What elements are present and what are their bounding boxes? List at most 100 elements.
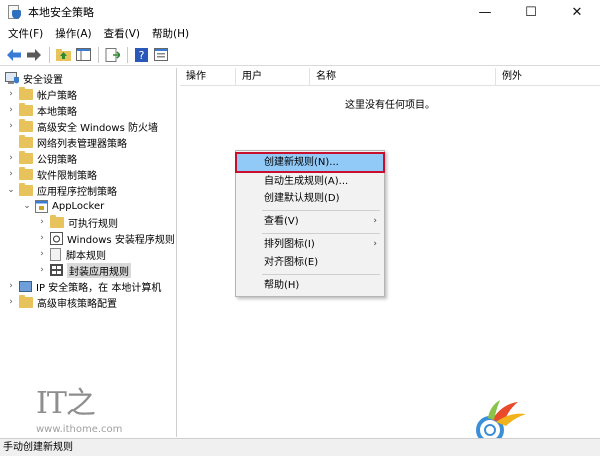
forward-button[interactable] (25, 46, 43, 64)
show-hide-tree-button[interactable] (74, 46, 92, 64)
svg-text:?: ? (138, 49, 144, 62)
menu-separator (262, 274, 380, 275)
tree-item-network-list[interactable]: 网络列表管理器策略 (6, 134, 127, 150)
tree-item-software-restriction[interactable]: › 软件限制策略 (6, 166, 97, 182)
properties-button[interactable] (152, 46, 170, 64)
back-button[interactable] (5, 46, 23, 64)
script-icon (50, 247, 61, 261)
tree-label: 高级审核策略配置 (37, 298, 117, 310)
status-bar: 手动创建新规则 (0, 438, 600, 456)
submenu-arrow-icon: › (373, 216, 377, 226)
network-icon (19, 280, 32, 292)
security-policy-app-icon (7, 5, 21, 19)
tree-item-firewall[interactable]: › 高级安全 Windows 防火墙 (6, 118, 158, 134)
tree-item-executable-rules[interactable]: › 可执行规则 (37, 214, 118, 230)
folder-icon (19, 134, 33, 148)
watermark-url: www.ithome.com (36, 424, 123, 435)
chevron-right-icon[interactable]: › (6, 278, 16, 294)
menu-help[interactable]: 帮助(H) (146, 24, 195, 44)
tree-item-packaged-app-rules[interactable]: › 封装应用规则 (37, 262, 131, 278)
forward-arrow-icon (27, 48, 41, 61)
menu-item-line-up-icons[interactable]: 对齐图标(E) (237, 254, 383, 271)
menu-item-auto-generate-rules[interactable]: 自动生成规则(A)... (237, 173, 383, 190)
folder-icon (19, 150, 33, 164)
tree-label: 软件限制策略 (37, 170, 97, 182)
tree-item-script-rules[interactable]: › 脚本规则 (37, 246, 106, 262)
tree-label: 安全设置 (23, 74, 63, 86)
menu-item-label: 自动生成规则(A)... (264, 176, 349, 187)
tree-item-installer-rules[interactable]: › Windows 安装程序规则 (37, 230, 175, 246)
tree-label: 帐户策略 (37, 90, 77, 102)
tree-label: 本地策略 (37, 106, 77, 118)
column-user[interactable]: 用户 (236, 68, 310, 86)
column-header: 操作 用户 名称 例外 (180, 68, 600, 86)
watermark-logo: IT之 (36, 386, 96, 421)
tree-item-account-policies[interactable]: › 帐户策略 (6, 86, 77, 102)
tree-root[interactable]: 安全设置 (5, 70, 63, 86)
menu-view[interactable]: 查看(V) (98, 24, 146, 44)
applocker-icon (35, 199, 48, 213)
installer-icon (50, 231, 63, 245)
menu-item-label: 对齐图标(E) (264, 257, 319, 268)
chevron-right-icon[interactable]: › (6, 118, 16, 134)
tree-item-app-control[interactable]: ⌄ 应用程序控制策略 (6, 182, 117, 198)
menu-item-label: 查看(V) (264, 216, 299, 227)
toolbar-separator (127, 46, 128, 63)
export-list-icon (105, 47, 120, 62)
chevron-right-icon[interactable]: › (6, 294, 16, 310)
minimize-button[interactable]: — (462, 0, 508, 24)
chevron-right-icon[interactable]: › (37, 262, 47, 278)
menu-separator (262, 210, 380, 211)
chevron-right-icon[interactable]: › (37, 230, 47, 246)
toolbar-separator (49, 46, 50, 63)
export-list-button[interactable] (103, 46, 121, 64)
tree-label: IP 安全策略，在 本地计算机 (36, 282, 162, 294)
menu-item-view[interactable]: 查看(V) › (237, 213, 383, 230)
menu-item-label: 创建默认规则(D) (264, 193, 340, 204)
column-action[interactable]: 操作 (180, 68, 236, 86)
empty-list-message: 这里没有任何项目。 (345, 100, 435, 111)
submenu-arrow-icon: › (373, 239, 377, 249)
close-button[interactable]: ✕ (554, 0, 600, 24)
chevron-right-icon[interactable]: › (37, 246, 47, 262)
column-exceptions[interactable]: 例外 (496, 68, 600, 86)
chevron-right-icon[interactable]: › (37, 214, 47, 230)
menu-action[interactable]: 操作(A) (49, 24, 97, 44)
tree-label: 应用程序控制策略 (37, 186, 117, 198)
title-bar: 本地安全策略 — ☐ ✕ (0, 0, 600, 24)
menu-item-help[interactable]: 帮助(H) (237, 277, 383, 294)
folder-icon (19, 118, 33, 132)
tree-item-public-key[interactable]: › 公钥策略 (6, 150, 77, 166)
tree-item-ip-security[interactable]: › IP 安全策略，在 本地计算机 (6, 278, 161, 294)
menu-item-arrange-icons[interactable]: 排列图标(I) › (237, 236, 383, 253)
menu-item-create-new-rule[interactable]: 创建新规则(N)... (235, 152, 385, 173)
menu-file[interactable]: 文件(F) (0, 24, 49, 44)
tree-label: 网络列表管理器策略 (37, 138, 127, 150)
context-menu: 创建新规则(N)... 自动生成规则(A)... 创建默认规则(D) 查看(V)… (235, 150, 385, 297)
help-button[interactable]: ? (132, 46, 150, 64)
tree-label: 脚本规则 (66, 250, 106, 262)
chevron-down-icon[interactable]: ⌄ (22, 198, 32, 214)
chevron-right-icon[interactable]: › (6, 102, 16, 118)
packaged-app-icon (50, 264, 63, 276)
chevron-right-icon[interactable]: › (6, 150, 16, 166)
tree-label: AppLocker (52, 200, 105, 212)
column-name[interactable]: 名称 (310, 68, 496, 86)
toolbar: ? (0, 44, 600, 66)
chevron-right-icon[interactable]: › (6, 86, 16, 102)
tree-item-audit-policy[interactable]: › 高级审核策略配置 (6, 294, 117, 310)
properties-icon (154, 48, 168, 61)
up-folder-icon (55, 49, 71, 61)
tree-label: 封装应用规则 (67, 262, 131, 278)
up-button[interactable] (54, 46, 72, 64)
tree-item-local-policies[interactable]: › 本地策略 (6, 102, 77, 118)
chevron-down-icon[interactable]: ⌄ (6, 182, 16, 198)
maximize-button[interactable]: ☐ (508, 0, 554, 24)
menu-item-label: 帮助(H) (264, 280, 300, 291)
chevron-right-icon[interactable]: › (6, 166, 16, 182)
menu-item-label: 排列图标(I) (264, 239, 315, 250)
menu-item-create-default-rules[interactable]: 创建默认规则(D) (237, 190, 383, 207)
back-arrow-icon (7, 48, 21, 61)
tree-item-applocker[interactable]: ⌄ AppLocker (22, 198, 104, 214)
menu-bar: 文件(F) 操作(A) 查看(V) 帮助(H) (0, 24, 600, 44)
